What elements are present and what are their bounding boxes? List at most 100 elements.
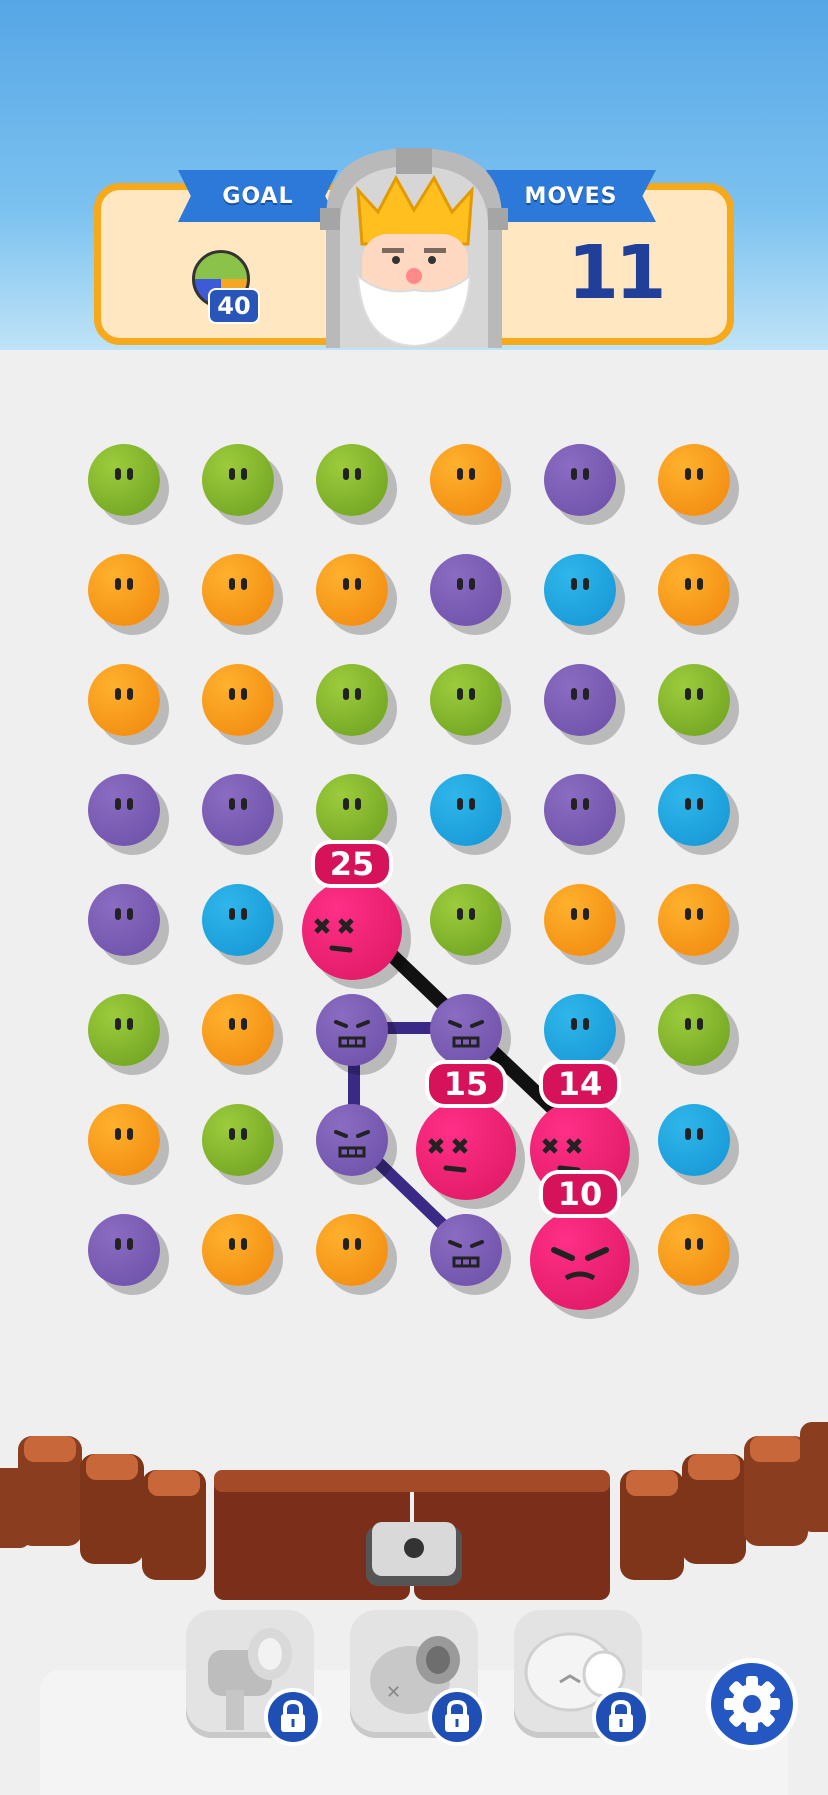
grimace-face-icon bbox=[334, 1130, 370, 1158]
orange-orb[interactable] bbox=[88, 664, 160, 736]
orange-orb[interactable] bbox=[202, 554, 274, 626]
smile-face-icon bbox=[115, 578, 133, 590]
smile-face-icon bbox=[343, 798, 361, 810]
smile-face-icon bbox=[229, 468, 247, 480]
smile-face-icon bbox=[115, 1238, 133, 1250]
smile-face-icon bbox=[685, 908, 703, 920]
orange-orb[interactable] bbox=[202, 994, 274, 1066]
blue-orb[interactable] bbox=[658, 774, 730, 846]
smile-face-icon bbox=[571, 908, 589, 920]
purple-orb[interactable] bbox=[202, 774, 274, 846]
green-orb[interactable] bbox=[316, 444, 388, 516]
grimace-face-icon bbox=[448, 1240, 484, 1268]
purple-orb[interactable] bbox=[544, 664, 616, 736]
orange-orb[interactable] bbox=[658, 1214, 730, 1286]
dizzy-face-icon bbox=[314, 918, 354, 953]
glove-booster-button[interactable] bbox=[514, 1610, 650, 1746]
smile-face-icon bbox=[571, 468, 589, 480]
bomb-counter: 15 bbox=[425, 1060, 507, 1108]
smile-face-icon bbox=[571, 578, 589, 590]
smile-face-icon bbox=[343, 578, 361, 590]
green-orb[interactable] bbox=[658, 664, 730, 736]
smile-face-icon bbox=[457, 798, 475, 810]
green-orb[interactable] bbox=[202, 1104, 274, 1176]
purple-orb[interactable] bbox=[88, 774, 160, 846]
orange-orb[interactable] bbox=[316, 1214, 388, 1286]
purple-orb[interactable] bbox=[88, 884, 160, 956]
smile-face-icon bbox=[685, 1238, 703, 1250]
green-orb[interactable] bbox=[316, 664, 388, 736]
wooden-fence bbox=[0, 1422, 828, 1600]
settings-button[interactable] bbox=[706, 1658, 798, 1750]
smile-face-icon bbox=[115, 688, 133, 700]
smile-face-icon bbox=[229, 1238, 247, 1250]
dizzy-face-icon bbox=[428, 1138, 468, 1173]
lock-icon bbox=[592, 1688, 650, 1746]
bomb-orb[interactable] bbox=[530, 1210, 630, 1310]
linked-purple-orb[interactable] bbox=[316, 1104, 388, 1176]
smile-face-icon bbox=[115, 1128, 133, 1140]
green-orb[interactable] bbox=[658, 994, 730, 1066]
green-orb[interactable] bbox=[88, 444, 160, 516]
blue-orb[interactable] bbox=[658, 1104, 730, 1176]
smile-face-icon bbox=[685, 1018, 703, 1030]
orange-orb[interactable] bbox=[430, 444, 502, 516]
cannon-booster-button[interactable]: ✕ bbox=[350, 1610, 486, 1746]
smile-face-icon bbox=[685, 578, 703, 590]
orange-orb[interactable] bbox=[202, 1214, 274, 1286]
smile-face-icon bbox=[457, 468, 475, 480]
smile-face-icon bbox=[115, 798, 133, 810]
smile-face-icon bbox=[115, 1018, 133, 1030]
orange-orb[interactable] bbox=[658, 444, 730, 516]
bomb-counter: 25 bbox=[311, 840, 393, 888]
orange-orb[interactable] bbox=[88, 1104, 160, 1176]
purple-orb[interactable] bbox=[544, 774, 616, 846]
bomb-counter: 10 bbox=[539, 1170, 621, 1218]
smile-face-icon bbox=[685, 798, 703, 810]
bomb-counter: 14 bbox=[539, 1060, 621, 1108]
smile-face-icon bbox=[457, 688, 475, 700]
blue-orb[interactable] bbox=[544, 554, 616, 626]
blue-orb[interactable] bbox=[430, 774, 502, 846]
linked-purple-orb[interactable] bbox=[430, 994, 502, 1066]
hammer-booster-button[interactable] bbox=[186, 1610, 322, 1746]
purple-orb[interactable] bbox=[544, 444, 616, 516]
lock-icon bbox=[428, 1688, 486, 1746]
bomb-orb[interactable] bbox=[302, 880, 402, 980]
smile-face-icon bbox=[229, 1018, 247, 1030]
smile-face-icon bbox=[343, 688, 361, 700]
grimace-face-icon bbox=[448, 1020, 484, 1048]
linked-purple-orb[interactable] bbox=[430, 1214, 502, 1286]
blue-orb[interactable] bbox=[544, 994, 616, 1066]
smile-face-icon bbox=[457, 908, 475, 920]
green-orb[interactable] bbox=[202, 444, 274, 516]
linked-purple-orb[interactable] bbox=[316, 994, 388, 1066]
green-orb[interactable] bbox=[88, 994, 160, 1066]
purple-orb[interactable] bbox=[430, 554, 502, 626]
orange-orb[interactable] bbox=[658, 554, 730, 626]
smile-face-icon bbox=[685, 688, 703, 700]
green-orb[interactable] bbox=[430, 664, 502, 736]
orange-orb[interactable] bbox=[658, 884, 730, 956]
svg-text:✕: ✕ bbox=[386, 1682, 401, 1703]
purple-orb[interactable] bbox=[88, 1214, 160, 1286]
smile-face-icon bbox=[229, 908, 247, 920]
orange-orb[interactable] bbox=[316, 554, 388, 626]
smile-face-icon bbox=[571, 798, 589, 810]
orange-orb[interactable] bbox=[88, 554, 160, 626]
blue-orb[interactable] bbox=[202, 884, 274, 956]
green-orb[interactable] bbox=[316, 774, 388, 846]
smile-face-icon bbox=[115, 908, 133, 920]
orange-orb[interactable] bbox=[544, 884, 616, 956]
grimace-face-icon bbox=[334, 1020, 370, 1048]
smile-face-icon bbox=[685, 1128, 703, 1140]
smile-face-icon bbox=[343, 1238, 361, 1250]
smile-face-icon bbox=[229, 578, 247, 590]
orange-orb[interactable] bbox=[202, 664, 274, 736]
smile-face-icon bbox=[229, 1128, 247, 1140]
green-orb[interactable] bbox=[430, 884, 502, 956]
angry-face-icon bbox=[551, 1247, 609, 1281]
smile-face-icon bbox=[229, 798, 247, 810]
bomb-orb[interactable] bbox=[416, 1100, 516, 1200]
smile-face-icon bbox=[571, 688, 589, 700]
